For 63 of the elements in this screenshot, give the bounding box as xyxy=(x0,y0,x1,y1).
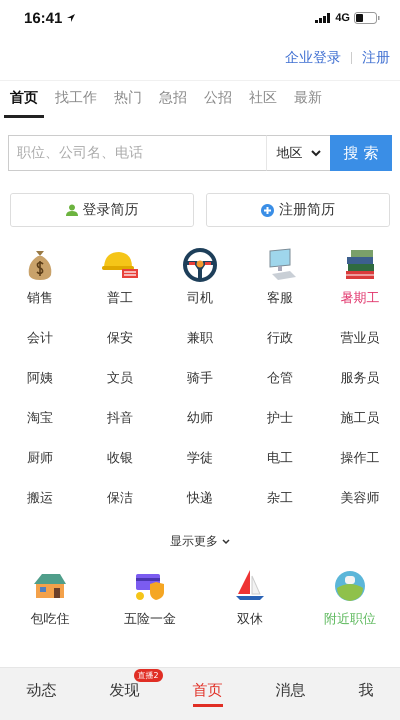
category-link[interactable]: 电工 xyxy=(267,449,293,467)
nav-tab[interactable]: 社区 xyxy=(243,89,283,118)
bottom-tab[interactable]: 我 xyxy=(358,681,374,707)
nav-tab[interactable]: 找工作 xyxy=(49,89,103,118)
category-link[interactable]: 美容师 xyxy=(340,489,380,507)
category-link[interactable]: 阿姨 xyxy=(27,369,53,387)
category-link[interactable]: 五险一金 xyxy=(124,610,176,628)
header-link[interactable]: 企业登录 xyxy=(285,49,341,67)
resume-button[interactable]: 登录简历 xyxy=(10,193,194,227)
category-link[interactable]: 骑手 xyxy=(187,369,213,387)
category-link[interactable]: 双休 xyxy=(237,610,263,628)
resume-button[interactable]: 注册简历 xyxy=(206,193,390,227)
category-link[interactable]: 文员 xyxy=(107,369,133,387)
category-link[interactable]: 操作工 xyxy=(340,449,380,467)
live-badge: 直播2 xyxy=(134,669,163,682)
category-link[interactable]: 快递 xyxy=(187,489,213,507)
bottom-tab[interactable]: 发现 xyxy=(110,681,140,707)
person-icon xyxy=(66,204,78,216)
nav-tab[interactable]: 热门 xyxy=(108,89,148,118)
category-link[interactable]: 施工员 xyxy=(340,409,380,427)
category-link[interactable]: 幼师 xyxy=(187,409,213,427)
category-link[interactable]: 暑期工 xyxy=(340,289,380,307)
network-label: 4G xyxy=(335,12,350,24)
category-link[interactable]: 销售 xyxy=(27,289,53,307)
status-time: 16:41 xyxy=(24,10,62,26)
category-link[interactable]: 客服 xyxy=(267,289,293,307)
category-link[interactable]: 护士 xyxy=(267,409,293,427)
category-link[interactable]: 会计 xyxy=(27,329,53,347)
nav-tab[interactable]: 最新 xyxy=(288,89,328,118)
bottom-tab[interactable]: 消息 xyxy=(276,681,306,707)
battery-icon xyxy=(354,12,380,24)
bottom-tab[interactable]: 首页 xyxy=(192,681,222,707)
category-link[interactable]: 厨师 xyxy=(27,449,53,467)
category-link[interactable]: 保安 xyxy=(107,329,133,347)
category-link[interactable]: 营业员 xyxy=(340,329,380,347)
plus-circle-icon xyxy=(261,204,274,216)
category-link[interactable]: 包吃住 xyxy=(30,610,70,628)
globe-icon xyxy=(332,568,368,604)
category-link[interactable]: 保洁 xyxy=(107,489,133,507)
search-field[interactable]: 职位、公司名、电话 xyxy=(8,135,266,171)
category-link[interactable]: 搬运 xyxy=(27,489,53,507)
nav-tab[interactable]: 首页 xyxy=(4,89,44,118)
show-more-link[interactable]: 显示更多 xyxy=(170,533,230,550)
location-arrow-icon xyxy=(66,13,76,23)
category-link[interactable]: 学徒 xyxy=(187,449,213,467)
chevron-down-icon xyxy=(222,538,230,544)
category-link[interactable]: 抖音 xyxy=(107,409,133,427)
nav-tab[interactable]: 急招 xyxy=(153,89,193,118)
chevron-down-icon xyxy=(310,150,320,156)
category-link[interactable]: 行政 xyxy=(267,329,293,347)
category-link[interactable]: 服务员 xyxy=(340,369,380,387)
bottom-tab[interactable]: 动态 xyxy=(26,681,56,707)
category-link[interactable]: 兼职 xyxy=(187,329,213,347)
category-link[interactable]: 普工 xyxy=(107,289,133,307)
category-link[interactable]: 仓管 xyxy=(267,369,293,387)
steering-wheel-icon xyxy=(182,247,218,283)
nav-tab[interactable]: 公招 xyxy=(198,89,238,118)
category-link[interactable]: 淘宝 xyxy=(27,409,53,427)
category-link[interactable]: 收银 xyxy=(107,449,133,467)
category-link[interactable]: 司机 xyxy=(187,289,213,307)
signal-icon xyxy=(315,13,332,23)
category-link[interactable]: 杂工 xyxy=(267,489,293,507)
header-link[interactable]: 注册 xyxy=(362,49,390,67)
